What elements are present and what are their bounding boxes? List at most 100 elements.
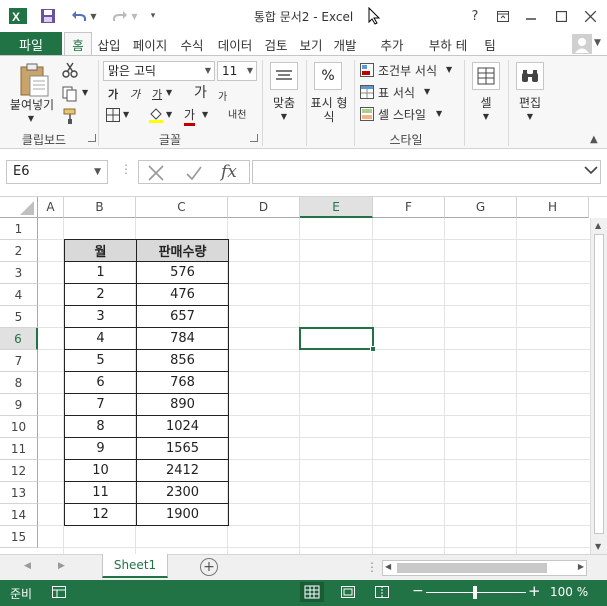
cell-month[interactable]: 8 [64,415,137,438]
fill-color-icon[interactable] [148,106,164,127]
cell-styles-icon[interactable] [360,107,374,124]
cell-sales[interactable]: 768 [136,371,229,394]
cell-month[interactable]: 10 [64,459,137,482]
cell-month[interactable]: 4 [64,327,137,350]
row-header[interactable]: 13 [0,482,38,504]
select-all-button[interactable] [0,197,38,218]
format-painter-icon[interactable] [62,108,78,127]
row-header[interactable]: 10 [0,416,38,438]
format-as-table-button[interactable]: 표 서식 [378,84,415,101]
shrink-font-button[interactable]: 가 [218,88,227,103]
cell-styles-button[interactable]: 셀 스타일 [378,106,426,123]
sheet-tab-sheet1[interactable]: Sheet1 [102,554,168,578]
horizontal-scroll-thumb[interactable] [397,563,547,573]
scroll-down-icon[interactable]: ▼ [595,542,601,551]
row-header[interactable]: 12 [0,460,38,482]
tab-insert[interactable]: 삽입 [94,32,124,56]
clipboard-launcher-icon[interactable] [88,134,96,142]
paste-dropdown-icon[interactable]: ▼ [26,112,36,126]
cell-sales[interactable]: 657 [136,305,229,328]
column-header-h[interactable]: H [517,197,589,218]
cell-sales[interactable]: 1900 [136,503,229,526]
editing-dropdown-icon[interactable]: ▼ [525,110,535,124]
cell-sales[interactable]: 2300 [136,481,229,504]
formula-input[interactable] [252,160,601,184]
column-header-c[interactable]: C [136,197,228,218]
customize-quick-access-icon[interactable]: ▾ [146,6,160,26]
add-sheet-icon[interactable]: + [200,558,218,576]
save-icon[interactable] [36,6,60,26]
macro-record-icon[interactable] [52,586,66,601]
cell-sales[interactable]: 890 [136,393,229,416]
conditional-format-icon[interactable] [360,63,374,80]
zoom-out-button[interactable]: − [412,583,424,599]
cell-month[interactable]: 9 [64,437,137,460]
alignment-dropdown-icon[interactable]: ▼ [279,110,289,124]
tab-home[interactable]: 홈 [64,32,92,56]
cells-icon[interactable] [472,62,500,90]
paste-icon[interactable] [18,62,50,98]
font-launcher-icon[interactable] [250,134,258,142]
row-header[interactable]: 9 [0,394,38,416]
undo-button[interactable]: ▼ [66,6,102,26]
row-header[interactable]: 3 [0,262,38,284]
phonetic-button[interactable]: 내천 [228,106,246,121]
conditional-format-dropdown-icon[interactable]: ▼ [446,65,452,74]
cell-sales[interactable]: 476 [136,283,229,306]
maximize-button[interactable] [549,6,573,26]
row-header[interactable]: 11 [0,438,38,460]
font-name-combo[interactable]: 맑은 고딕 ▼ [103,61,215,81]
prev-sheet-icon[interactable]: ◀ [24,561,31,571]
column-header-g[interactable]: G [445,197,517,218]
underline-dropdown-icon[interactable]: ▼ [166,88,172,97]
scroll-right-icon[interactable]: ▶ [578,562,584,571]
vertical-scrollbar[interactable]: ▲ ▼ [590,218,607,554]
enter-icon[interactable] [185,164,203,185]
editing-button[interactable]: 편집 [510,96,550,110]
cells-button[interactable]: 셀 [466,96,506,110]
redo-button[interactable]: ▼ [108,6,142,26]
tab-formulas[interactable]: 수식 [176,32,208,56]
alignment-icon[interactable] [270,62,298,90]
tab-developer[interactable]: 개발 [330,32,360,56]
cell-sales[interactable]: 1565 [136,437,229,460]
tab-add-ins[interactable]: 추가 [376,32,408,56]
italic-button[interactable]: 가 [130,86,140,102]
account-dropdown-icon[interactable]: ▼ [594,38,601,48]
fill-color-dropdown-icon[interactable]: ▼ [166,110,172,119]
font-size-combo[interactable]: 11 ▼ [217,61,257,81]
column-header-a[interactable]: A [38,197,64,218]
zoom-level[interactable]: 100 % [550,585,588,599]
cell-sales[interactable]: 1024 [136,415,229,438]
cells-dropdown-icon[interactable]: ▼ [481,110,491,124]
copy-icon[interactable] [62,86,78,105]
tab-team[interactable]: 팀 [478,32,502,56]
cell-month[interactable]: 5 [64,349,137,372]
active-cell-e6[interactable] [299,327,374,350]
minimize-button[interactable] [519,6,543,26]
page-break-view-icon[interactable] [374,585,390,602]
row-header[interactable]: 8 [0,372,38,394]
bold-button[interactable]: 가 [108,86,118,102]
row-header[interactable]: 7 [0,350,38,372]
row-header[interactable]: 5 [0,306,38,328]
tab-load-test[interactable]: 부하 테 [424,32,472,56]
underline-button[interactable]: 가 [152,86,162,102]
user-avatar-icon[interactable] [572,34,592,54]
cut-icon[interactable] [62,62,78,81]
tab-review[interactable]: 검토 [260,32,292,56]
format-as-table-dropdown-icon[interactable]: ▼ [424,87,430,96]
alignment-button[interactable]: 맞춤 [264,96,304,110]
row-header[interactable]: 14 [0,504,38,526]
cell-sales[interactable]: 856 [136,349,229,372]
number-format-icon[interactable]: % [314,62,342,90]
page-layout-view-icon[interactable] [340,585,356,602]
cell-month[interactable]: 7 [64,393,137,416]
cell-month[interactable]: 11 [64,481,137,504]
header-sales-qty[interactable]: 판매수량 [136,239,229,262]
row-header[interactable]: 15 [0,526,38,548]
tab-page-layout[interactable]: 페이지 [128,32,172,56]
format-as-table-icon[interactable] [360,85,374,102]
number-format-button[interactable]: 표시 형 [306,96,352,110]
tab-data[interactable]: 데이터 [212,32,258,56]
